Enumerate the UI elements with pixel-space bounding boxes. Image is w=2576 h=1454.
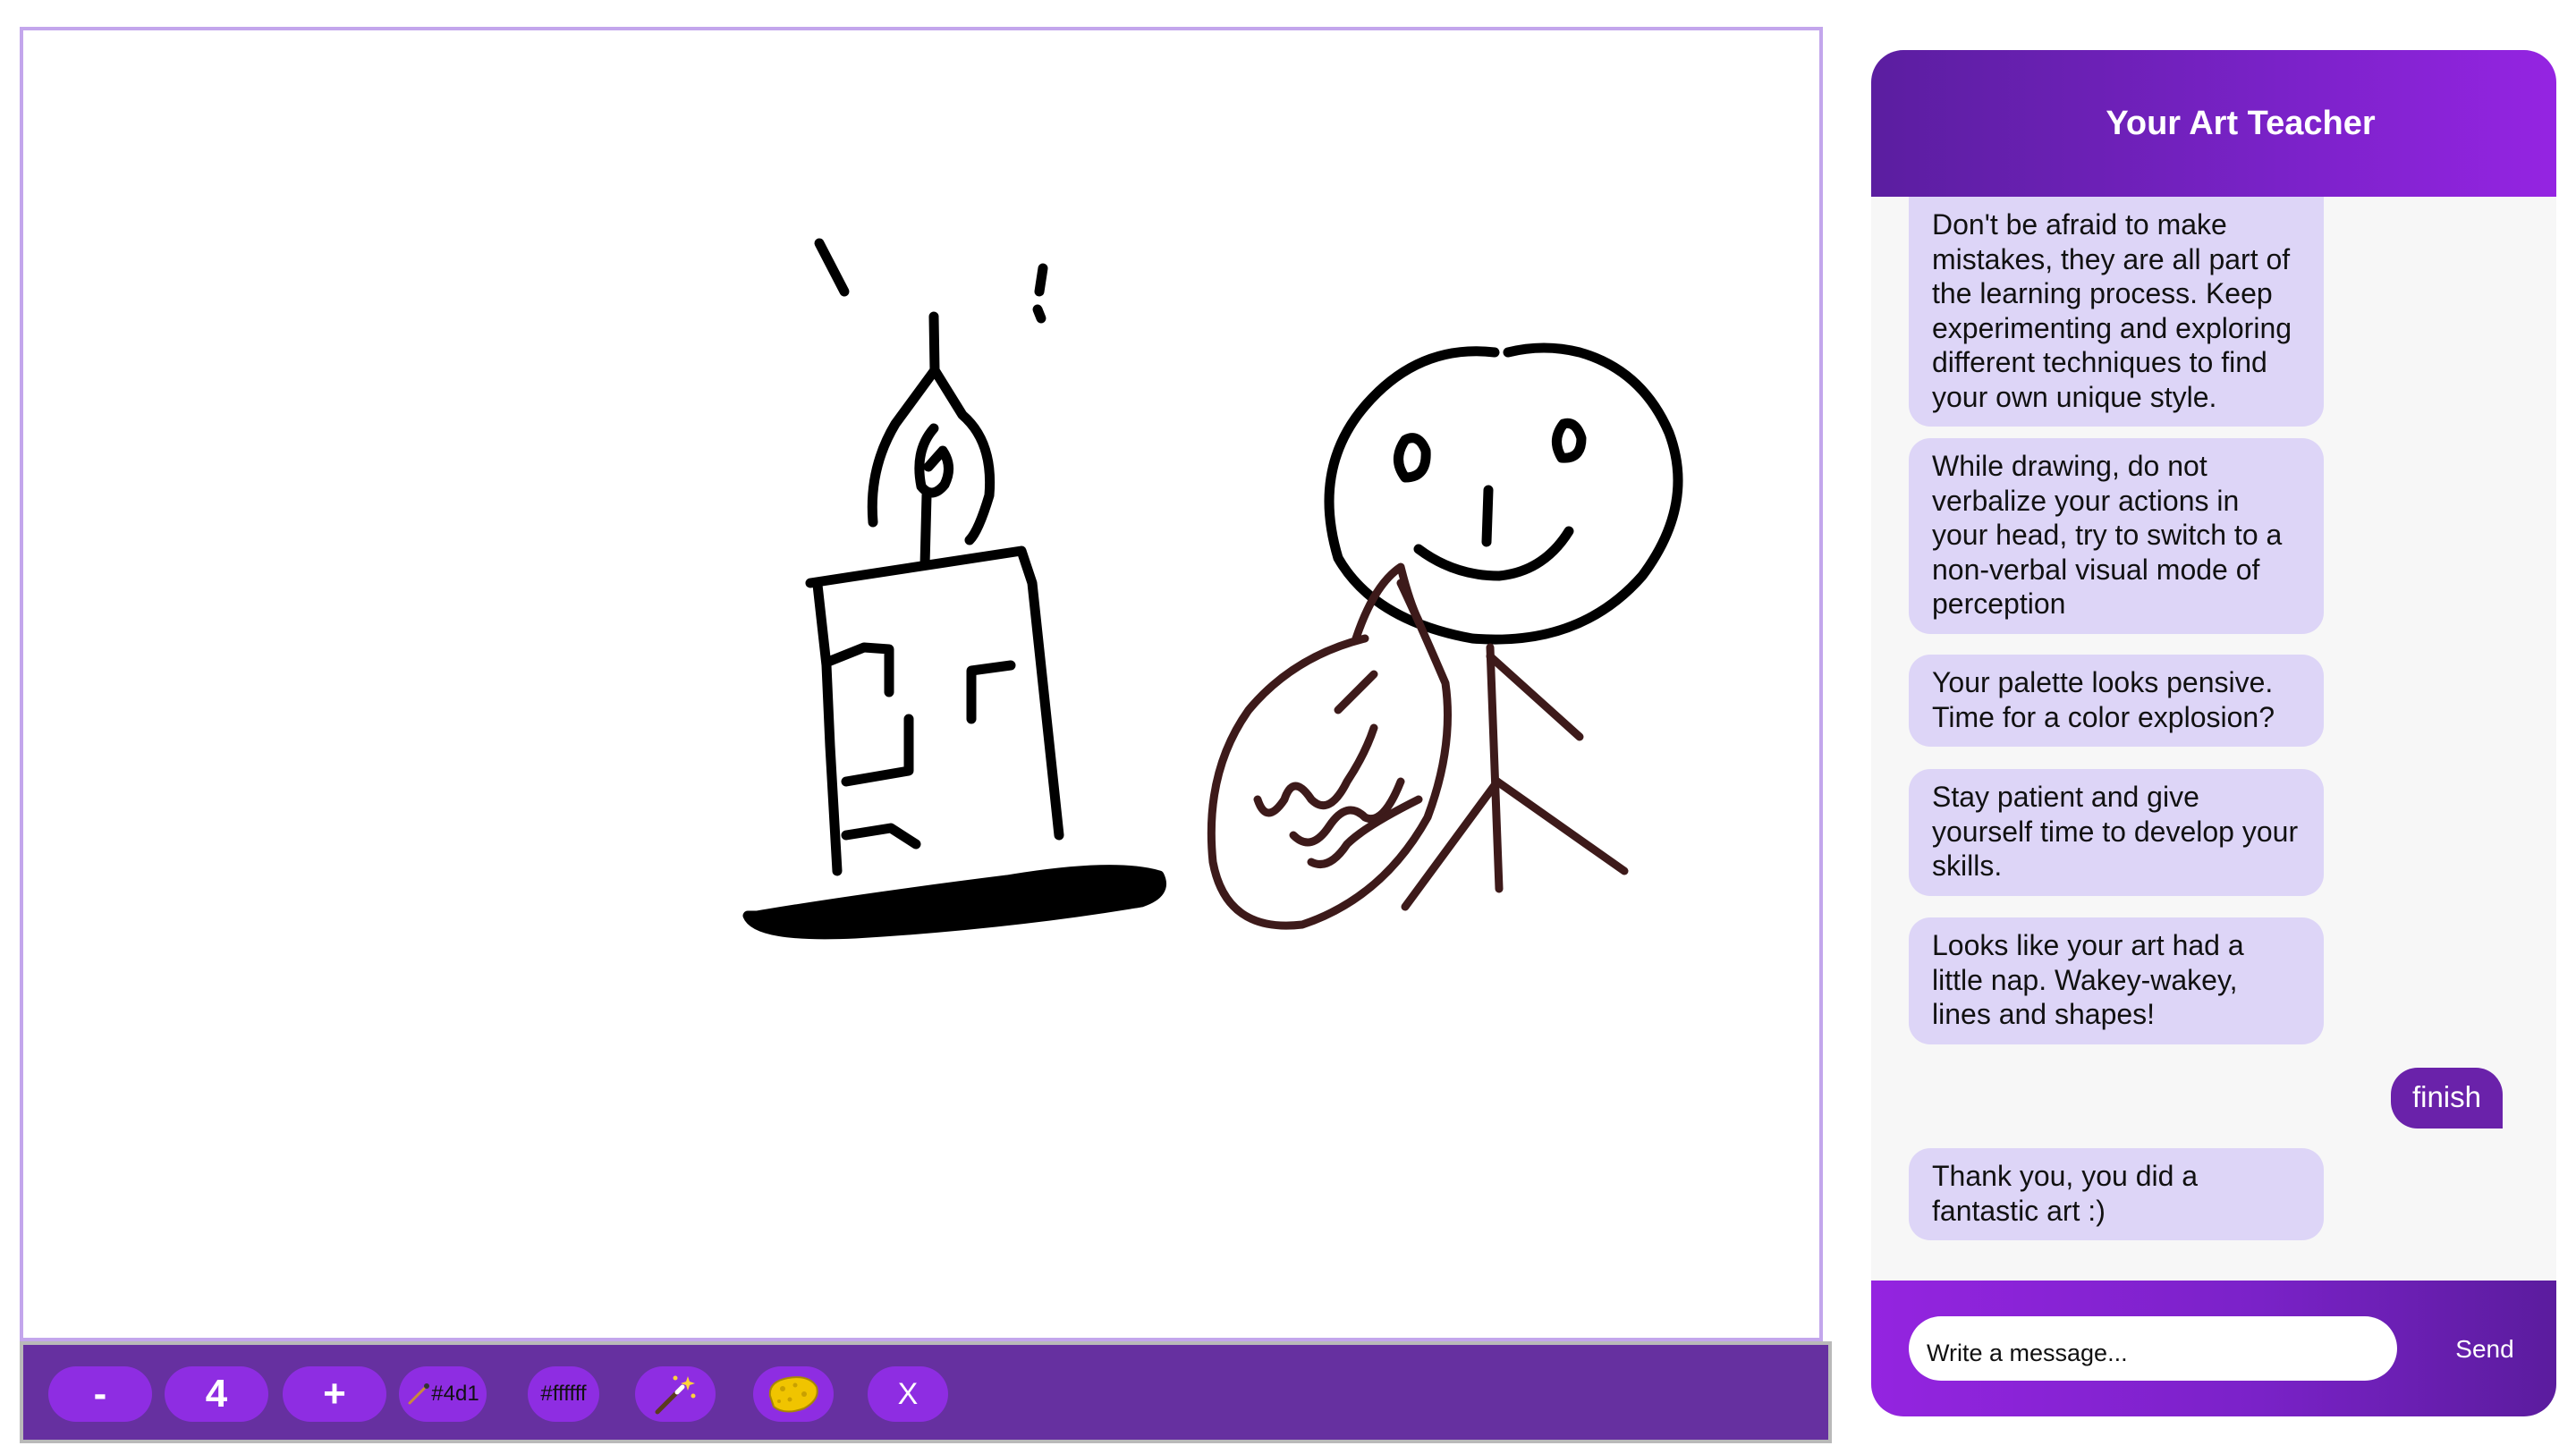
magic-wand-button[interactable] [635, 1366, 716, 1422]
user-message: finish [2390, 1068, 2503, 1129]
increase-brush-size-button[interactable]: + [283, 1366, 386, 1422]
chat-header: Your Art Teacher [1871, 50, 2556, 197]
assistant-message: Stay patient and give yourself time to d… [1909, 769, 2324, 896]
brush-size-value: 4 [205, 1372, 228, 1416]
decrease-brush-size-button[interactable]: - [48, 1366, 152, 1422]
canvas-drawing [742, 238, 1683, 940]
assistant-message: Looks like your art had a little nap. Wa… [1909, 917, 2324, 1044]
message-input[interactable] [1909, 1316, 2397, 1381]
chat-panel: Your Art Teacher Don't be afraid to make… [1871, 50, 2556, 1416]
clear-label: X [897, 1376, 919, 1411]
assistant-message: While drawing, do not verbalize your act… [1909, 438, 2324, 634]
chat-input-bar: Send [1871, 1281, 2556, 1416]
clear-canvas-button[interactable]: X [868, 1366, 948, 1422]
assistant-message: Your palette looks pensive. Time for a c… [1909, 655, 2324, 747]
eraser-button[interactable] [753, 1366, 834, 1422]
decrease-label: - [93, 1372, 107, 1416]
drawing-canvas[interactable] [20, 27, 1823, 1341]
body-and-guitar-drawing [1207, 562, 1629, 930]
message-list[interactable]: Don't be afraid to make mistakes, they a… [1871, 197, 2556, 1329]
brush-size-display: 4 [165, 1366, 268, 1422]
candle-drawing [742, 238, 1166, 940]
assistant-message: Don't be afraid to make mistakes, they a… [1909, 197, 2324, 427]
brush-icon [406, 1382, 431, 1407]
sponge-icon [765, 1369, 822, 1419]
drawing-toolbar: - 4 + #4d1 #ffffff X [20, 1341, 1832, 1443]
send-label: Send [2455, 1335, 2514, 1363]
secondary-color-value: #ffffff [540, 1382, 587, 1406]
primary-color-picker[interactable]: #4d1 [399, 1366, 487, 1422]
primary-color-value: #4d1 [431, 1382, 479, 1406]
send-button[interactable]: Send [2428, 1318, 2542, 1381]
secondary-color-picker[interactable]: #ffffff [528, 1366, 599, 1422]
magic-wand-icon [650, 1369, 700, 1419]
increase-label: + [323, 1372, 346, 1416]
face-drawing [1324, 342, 1683, 645]
assistant-message: Thank you, you did a fantastic art :) [1909, 1148, 2324, 1240]
chat-title: Your Art Teacher [2106, 104, 2376, 142]
